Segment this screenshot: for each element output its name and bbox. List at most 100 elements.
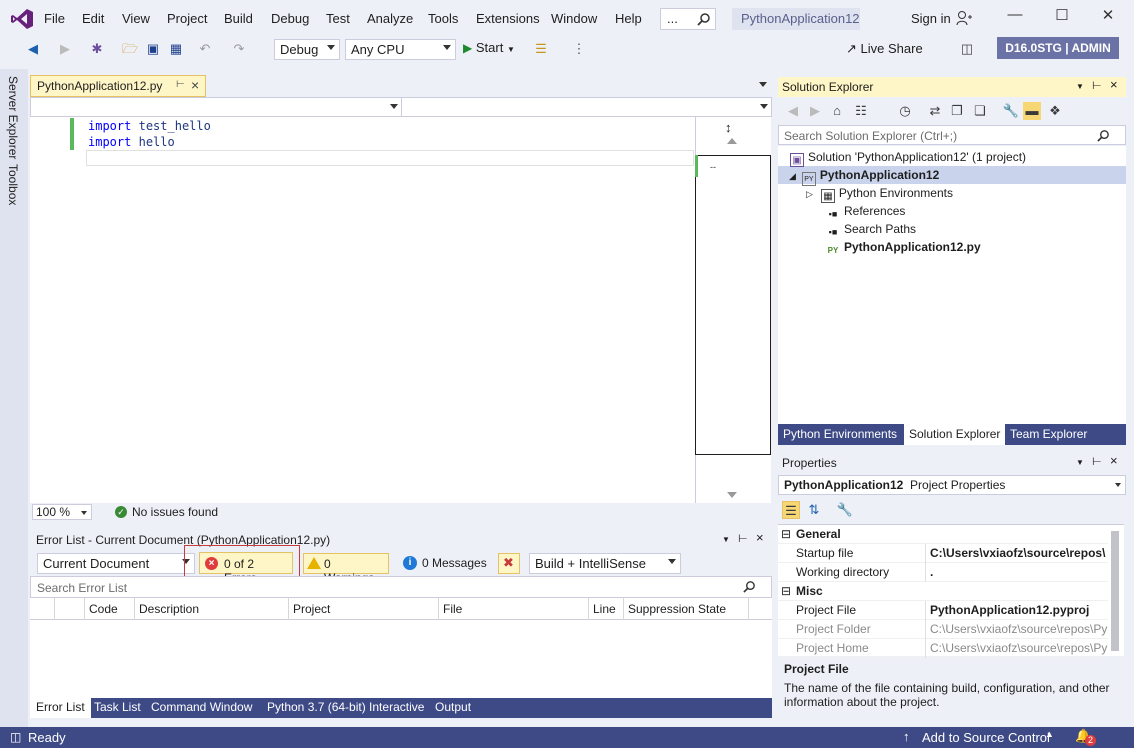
menu-debug[interactable]: Debug: [271, 11, 309, 26]
property-pages-icon[interactable]: 🔧: [836, 501, 854, 519]
menu-extensions[interactable]: Extensions: [476, 11, 540, 26]
tab-solution-explorer[interactable]: Solution Explorer: [904, 424, 1006, 445]
show-all-files-icon[interactable]: ❏: [971, 102, 989, 120]
property-row[interactable]: Project Folder C:\Users\vxiaofz\source\r…: [778, 620, 1108, 639]
menu-build[interactable]: Build: [224, 11, 253, 26]
close-panel-icon[interactable]: ×: [1110, 77, 1118, 92]
property-scrollbar[interactable]: [1111, 531, 1119, 651]
menu-tools[interactable]: Tools: [428, 11, 458, 26]
sign-in-link[interactable]: Sign in: [911, 11, 951, 26]
maximize-button[interactable]: ☐: [1047, 6, 1077, 30]
menu-analyze[interactable]: Analyze: [367, 11, 413, 26]
tree-item-python-environments[interactable]: ▷ ▦ Python Environments: [806, 184, 953, 203]
menu-edit[interactable]: Edit: [82, 11, 104, 26]
tree-item-references[interactable]: ▪■ References: [826, 202, 906, 220]
close-panel-icon[interactable]: ×: [756, 530, 764, 545]
add-to-source-control-button[interactable]: Add to Source Control: [922, 730, 1050, 745]
categorized-icon[interactable]: ☰: [782, 501, 800, 519]
close-tab-icon[interactable]: ×: [191, 77, 199, 93]
scope-dropdown[interactable]: Current Document: [37, 553, 195, 574]
forward-icon[interactable]: ▶: [56, 40, 74, 58]
attach-icon[interactable]: ☰: [532, 40, 550, 58]
class-view-icon[interactable]: ❖: [1046, 102, 1064, 120]
server-explorer-tab[interactable]: Server Explorer: [6, 76, 20, 159]
code-line[interactable]: import test_hello: [88, 118, 211, 134]
pin-icon[interactable]: ⊢: [176, 79, 185, 90]
close-window-button[interactable]: ✕: [1093, 6, 1123, 30]
tree-item-project[interactable]: ◢ PY PythonApplication12: [789, 166, 939, 186]
column-suppression-state[interactable]: Suppression State: [628, 602, 726, 616]
column-file[interactable]: File: [443, 602, 462, 616]
collapse-category-icon[interactable]: ⊟: [781, 525, 791, 544]
caret-up-icon[interactable]: ▲: [1045, 729, 1054, 739]
split-window-icon[interactable]: ↕: [725, 120, 732, 135]
map-viewport-box[interactable]: --: [695, 155, 771, 455]
visual-studio-logo-icon[interactable]: [10, 8, 34, 30]
property-row[interactable]: Project File PythonApplication12.pyproj: [778, 601, 1108, 620]
property-row[interactable]: Working directory .: [778, 563, 1108, 582]
tab-overflow-icon[interactable]: [759, 82, 767, 87]
scroll-down-icon[interactable]: [727, 492, 737, 498]
configuration-dropdown[interactable]: Debug: [274, 39, 340, 60]
dropdown-icon[interactable]: ▼: [1076, 458, 1084, 467]
preview-icon[interactable]: ▬: [1023, 102, 1041, 120]
tab-error-list[interactable]: Error List: [30, 698, 91, 718]
back-icon[interactable]: ◀: [24, 40, 42, 58]
category-general[interactable]: ⊟ General: [778, 525, 1108, 544]
pin-icon[interactable]: ⊢: [738, 532, 748, 545]
history-icon[interactable]: ◷: [896, 102, 914, 120]
collapse-all-icon[interactable]: ❐: [948, 102, 966, 120]
switch-views-icon[interactable]: ☷: [852, 102, 870, 120]
code-editor[interactable]: [30, 117, 696, 503]
tree-item-python-file[interactable]: PY PythonApplication12.py: [826, 238, 981, 256]
toolbox-tab[interactable]: Toolbox: [6, 164, 20, 205]
category-misc[interactable]: ⊟ Misc: [778, 582, 1108, 601]
tree-item-solution[interactable]: ▣ Solution 'PythonApplication12' (1 proje…: [790, 148, 1026, 167]
property-row[interactable]: Startup file C:\Users\vxiaofz\source\rep…: [778, 544, 1108, 563]
solution-search-input[interactable]: Search Solution Explorer (Ctrl+;): [778, 125, 1126, 145]
column-code[interactable]: Code: [89, 602, 118, 616]
new-item-icon[interactable]: ✱: [88, 40, 106, 58]
build-source-dropdown[interactable]: Build + IntelliSense: [529, 553, 681, 574]
error-list-search-input[interactable]: Search Error List: [30, 576, 772, 598]
collapse-arrow-icon[interactable]: ▷: [806, 189, 813, 199]
menu-help[interactable]: Help: [615, 11, 642, 26]
menu-test[interactable]: Test: [326, 11, 350, 26]
platform-dropdown[interactable]: Any CPU: [345, 39, 456, 60]
column-project[interactable]: Project: [293, 602, 330, 616]
tab-command-window[interactable]: Command Window: [145, 698, 258, 718]
sync-icon[interactable]: ⇄: [926, 102, 944, 120]
nav-members-dropdown-icon[interactable]: [760, 104, 768, 109]
dropdown-icon[interactable]: ▼: [722, 535, 730, 544]
redo-icon[interactable]: ↷: [230, 40, 248, 58]
tab-task-list[interactable]: Task List: [88, 698, 147, 718]
pin-icon[interactable]: ⊢: [1092, 79, 1102, 92]
nav-types-dropdown-icon[interactable]: [390, 104, 398, 109]
tab-output[interactable]: Output: [429, 698, 477, 718]
properties-object-selector[interactable]: PythonApplication12 Project Properties: [778, 475, 1126, 495]
menu-view[interactable]: View: [122, 11, 150, 26]
code-line[interactable]: import hello: [88, 134, 175, 150]
live-share-button[interactable]: ↗ Live Share: [846, 41, 923, 57]
pin-icon[interactable]: ⊢: [1092, 455, 1102, 468]
user-badge[interactable]: D16.0STG | ADMIN: [997, 37, 1119, 59]
properties-icon[interactable]: 🔧: [1002, 102, 1020, 120]
close-panel-icon[interactable]: ×: [1110, 453, 1118, 468]
column-line[interactable]: Line: [593, 602, 616, 616]
menu-project[interactable]: Project: [167, 11, 207, 26]
start-debug-button[interactable]: ▶ Start ▼: [463, 40, 515, 55]
tab-python-interactive[interactable]: Python 3.7 (64-bit) Interactive: [261, 698, 430, 718]
undo-icon[interactable]: ↶: [196, 40, 214, 58]
expand-arrow-icon[interactable]: ◢: [789, 171, 796, 181]
open-folder-icon[interactable]: 🗁: [121, 40, 139, 58]
property-row[interactable]: Project Home C:\Users\vxiaofz\source\rep…: [778, 639, 1108, 658]
alphabetical-icon[interactable]: ⇅: [805, 501, 823, 519]
menu-file[interactable]: File: [44, 11, 65, 26]
search-input[interactable]: ...: [660, 8, 716, 30]
minimize-button[interactable]: —: [1000, 6, 1030, 30]
home-icon[interactable]: ⌂: [828, 102, 846, 120]
column-description[interactable]: Description: [139, 602, 199, 616]
menu-window[interactable]: Window: [551, 11, 597, 26]
forward-icon[interactable]: ▶: [806, 102, 824, 120]
collapse-category-icon[interactable]: ⊟: [781, 582, 791, 601]
